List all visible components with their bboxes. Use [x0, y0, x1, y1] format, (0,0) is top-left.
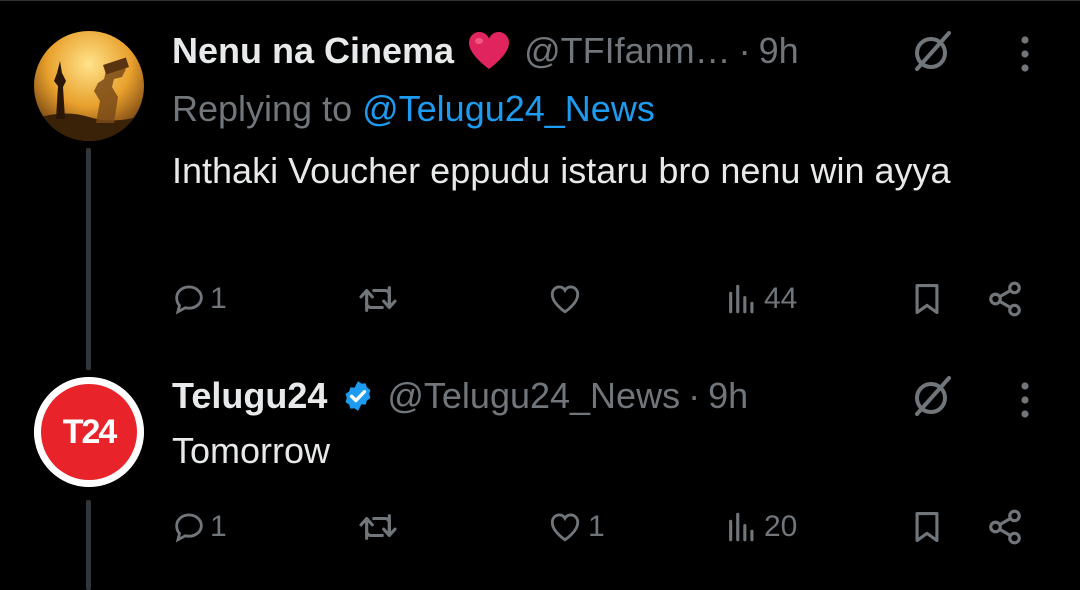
tweet-text: Inthaki Voucher eppudu istaru bro nenu w… [172, 150, 951, 191]
bookmark-button[interactable] [910, 502, 944, 552]
author-name[interactable]: Telugu24 [172, 375, 327, 417]
reply-button[interactable]: 1 [172, 502, 227, 552]
tweet-1[interactable]: Nenu na Cinema @TFIfanm… · 9h Replying t… [0, 0, 1080, 370]
avatar-text: T24 [62, 412, 118, 451]
views-count: 44 [764, 282, 798, 315]
views-icon [729, 284, 754, 314]
views-icon [729, 512, 754, 542]
tweet-text: Tomorrow [172, 430, 331, 471]
like-count: 1 [588, 510, 605, 543]
replying-to: Replying to @Telugu24_News [172, 88, 655, 130]
views-button[interactable]: 20 [724, 502, 797, 552]
like-icon [550, 285, 580, 314]
views-button[interactable]: 44 [724, 274, 797, 324]
tweet-2[interactable]: T24 Telugu24 @Telugu24_News · 9h Tomorro… [0, 360, 1080, 590]
reply-icon [175, 513, 203, 543]
thread-line [86, 148, 91, 370]
reply-count: 1 [210, 282, 227, 315]
retweet-button[interactable] [358, 502, 402, 552]
separator-dot: · [688, 375, 701, 416]
retweet-icon [359, 286, 397, 312]
author-handle[interactable]: @TFIfanm… [524, 30, 731, 72]
like-button[interactable]: 1 [546, 502, 605, 552]
replying-to-mention[interactable]: @Telugu24_News [362, 88, 655, 129]
reply-count: 1 [210, 510, 227, 543]
share-icon [989, 281, 1021, 317]
more-options-icon[interactable] [1010, 32, 1040, 76]
more-options-icon[interactable] [1010, 378, 1040, 422]
separator-dot: · [738, 30, 751, 71]
avatar[interactable]: T24 [34, 377, 144, 487]
author-name[interactable]: Nenu na Cinema [172, 30, 454, 72]
retweet-button[interactable] [358, 274, 402, 324]
reply-button[interactable]: 1 [172, 274, 227, 324]
bookmark-icon [915, 283, 939, 315]
reply-icon [175, 285, 203, 315]
views-count: 20 [764, 510, 798, 543]
like-icon [550, 513, 580, 542]
grok-icon[interactable] [908, 373, 956, 421]
tweet-time[interactable]: 9h [708, 375, 748, 417]
bookmark-button[interactable] [910, 274, 944, 324]
share-button[interactable] [986, 274, 1024, 324]
like-button[interactable] [546, 274, 588, 324]
bookmark-icon [915, 511, 939, 543]
tweet-actions: 1 44 [172, 274, 1040, 324]
share-button[interactable] [986, 502, 1024, 552]
heart-emoji-icon [466, 31, 512, 71]
tweet-actions: 1 1 20 [172, 502, 1040, 552]
grok-icon[interactable] [908, 28, 956, 76]
retweet-icon [359, 514, 397, 540]
tweet-time[interactable]: 9h [759, 30, 799, 72]
avatar[interactable] [34, 31, 144, 141]
verified-badge-icon [341, 379, 375, 413]
replying-to-label: Replying to [172, 88, 363, 129]
share-icon [989, 509, 1021, 545]
author-handle[interactable]: @Telugu24_News [387, 375, 680, 417]
